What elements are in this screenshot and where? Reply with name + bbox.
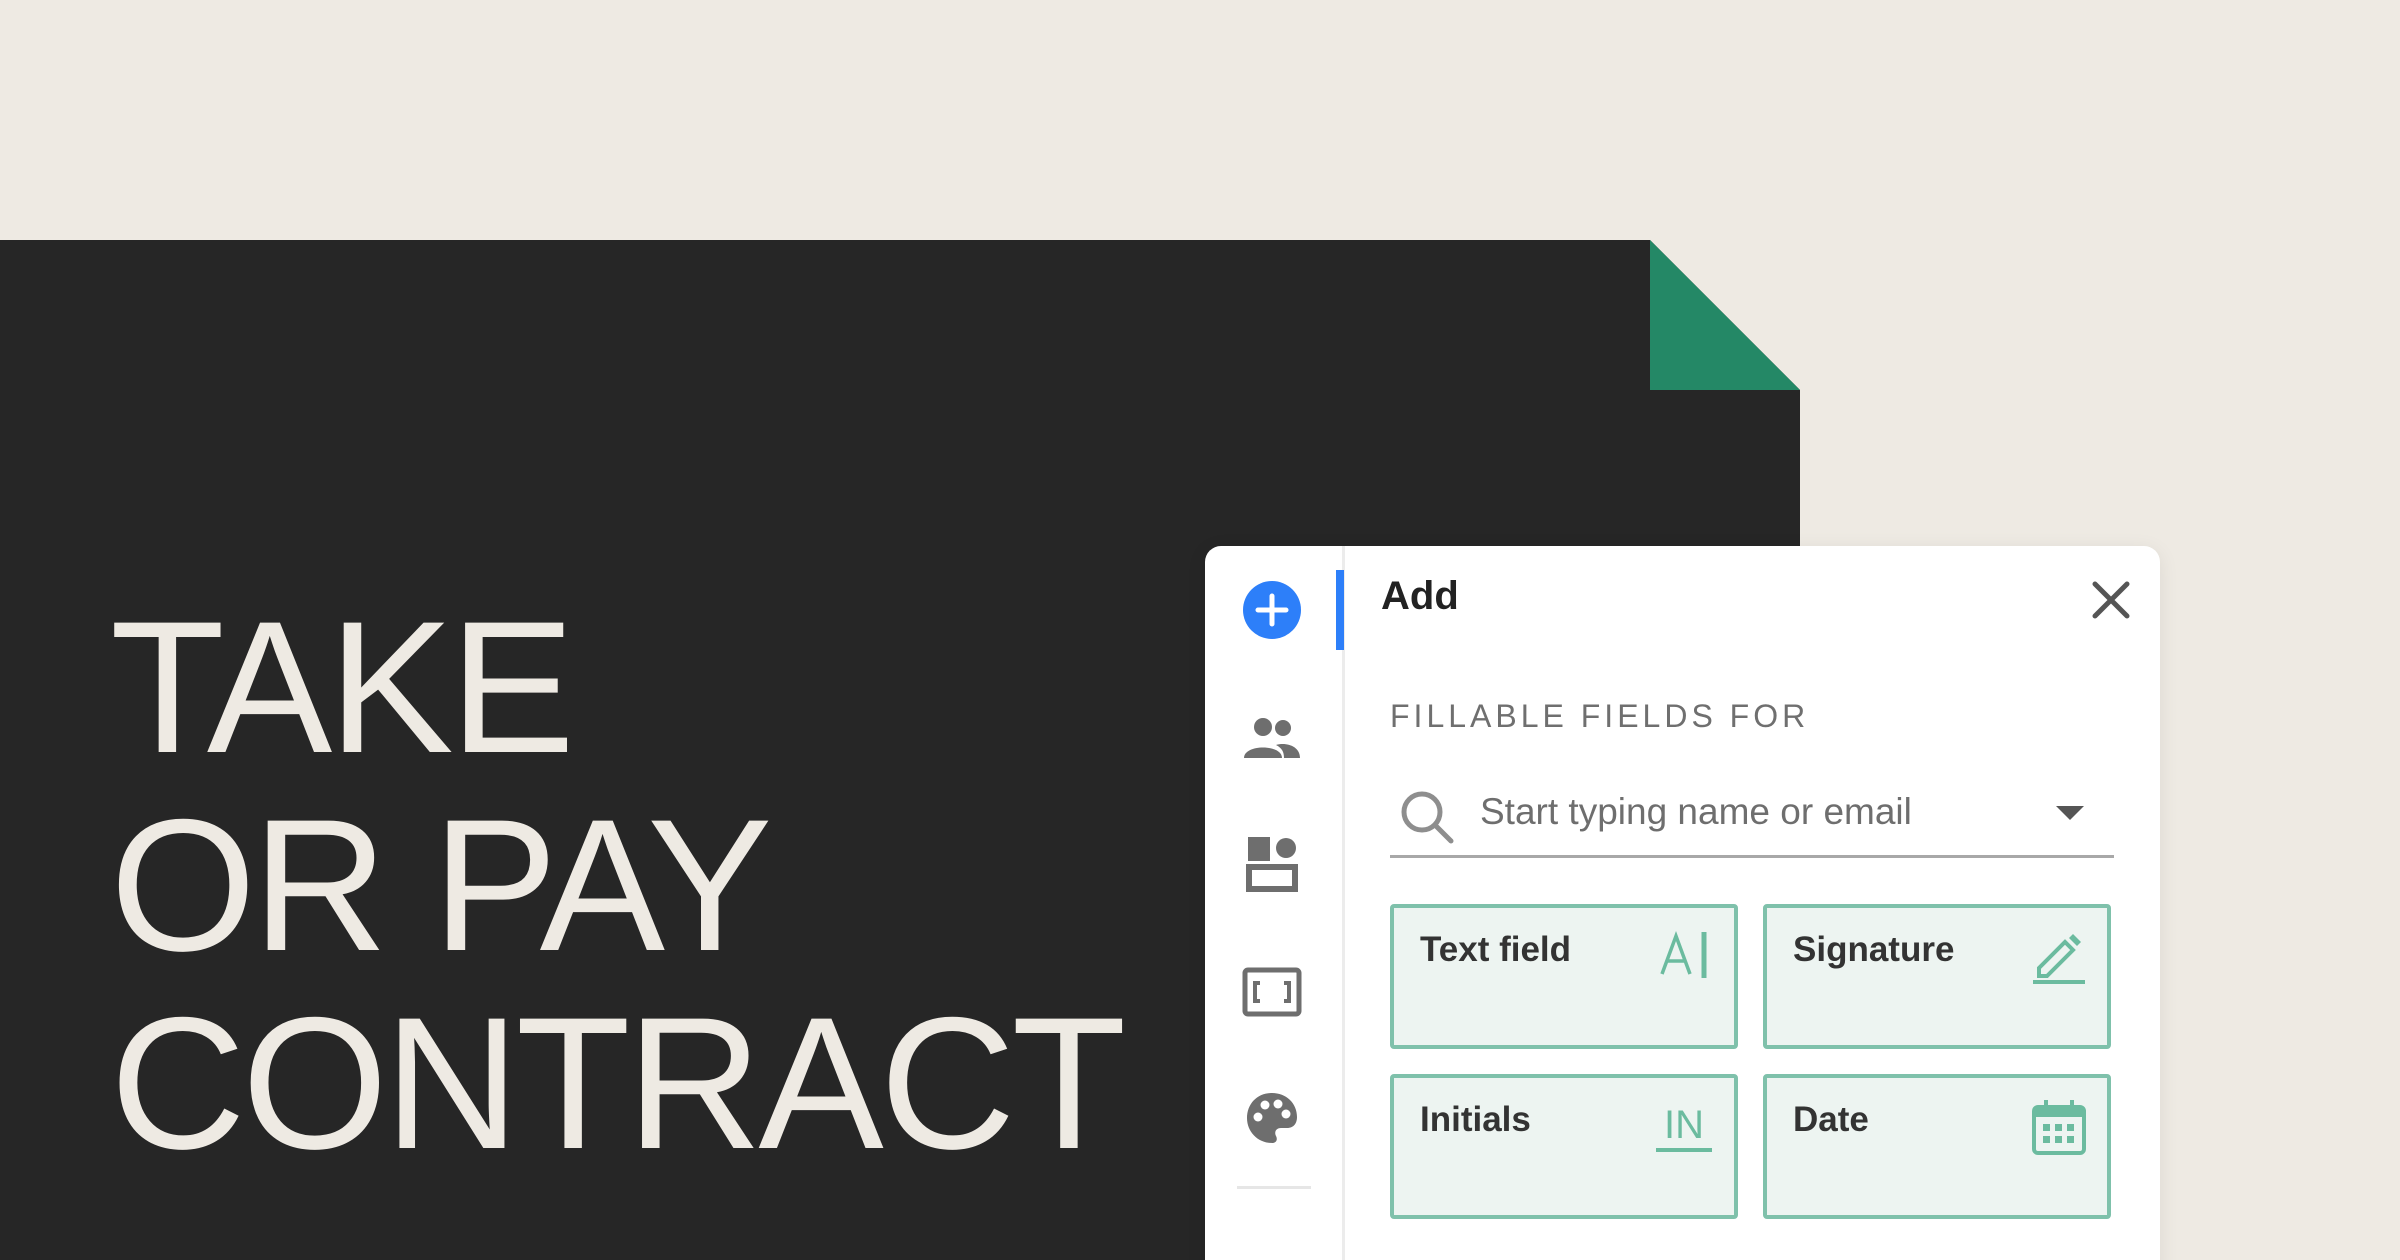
initials-icon-text: IN <box>1664 1103 1704 1147</box>
people-icon[interactable] <box>1240 706 1304 770</box>
text-field-icon <box>1660 930 1707 978</box>
date-button[interactable]: Date <box>1763 1074 2111 1219</box>
search-icon <box>1401 791 1454 844</box>
field-label: Signature <box>1793 930 1955 969</box>
pen-icon <box>2033 934 2085 984</box>
chevron-down-icon[interactable] <box>2054 804 2086 822</box>
add-icon[interactable] <box>1240 578 1304 642</box>
initials-icon: IN <box>1656 1103 1712 1152</box>
initials-button[interactable]: Initials IN <box>1390 1074 1738 1219</box>
field-label: Text field <box>1420 930 1572 969</box>
text-field-button[interactable]: Text field <box>1390 904 1738 1049</box>
palette-icon[interactable] <box>1240 1086 1304 1150</box>
sidebar-divider <box>1237 1186 1311 1189</box>
close-icon <box>2092 581 2130 619</box>
field-label: Date <box>1793 1100 1869 1139</box>
headline-line-2: OR PAY <box>110 780 773 990</box>
headline-line-1: TAKE <box>110 582 575 792</box>
close-button[interactable] <box>2085 574 2137 626</box>
recipient-search <box>1390 774 2114 858</box>
frame-icon[interactable] <box>1240 960 1304 1024</box>
fillable-fields-label: FILLABLE FIELDS FOR <box>1390 698 1810 734</box>
document-folded-corner <box>1650 240 1800 390</box>
recipient-search-input[interactable] <box>1480 784 2020 840</box>
headline-line-3: CONTRACT <box>110 978 1126 1188</box>
headline: TAKE OR PAY CONTRACT <box>110 582 1126 1188</box>
add-panel: Add FILLABLE FIELDS FOR Text field Signa… <box>1205 546 2160 1260</box>
signature-button[interactable]: Signature <box>1763 904 2111 1049</box>
active-indicator <box>1336 570 1344 650</box>
field-label: Initials <box>1420 1100 1531 1139</box>
calendar-icon <box>2032 1100 2086 1155</box>
blocks-icon[interactable] <box>1240 832 1304 896</box>
panel-title: Add <box>1381 574 1459 618</box>
panel-sidebar <box>1205 546 1345 1260</box>
